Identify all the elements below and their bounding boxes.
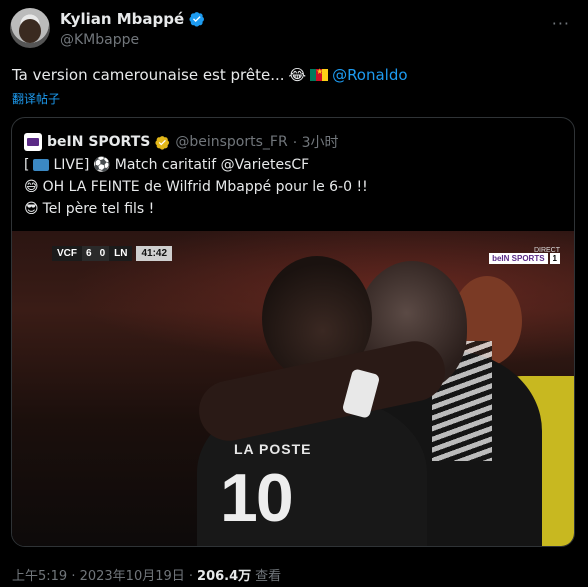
views-label: 查看	[255, 569, 282, 584]
channel-number: 1	[549, 253, 560, 264]
bein-avatar[interactable]	[24, 133, 42, 151]
view-count: 206.4万	[197, 569, 252, 584]
jersey-number: 10	[220, 460, 294, 536]
live-text: LIVE]	[53, 157, 90, 173]
quote-line-2-text: OH LA FEINTE de Wilfrid Mbappé pour le 6…	[42, 179, 368, 195]
tweet-meta: 上午5:19 · 2023年10月19日 · 206.4万 查看	[12, 565, 281, 584]
quote-line-3-text: Tel père tel fils !	[42, 201, 155, 217]
channel-logo: beIN SPORTS 1	[489, 253, 560, 264]
match-clock: 41:42	[136, 245, 173, 261]
author-row: Kylian Mbappé	[60, 10, 205, 28]
bracket-text: [	[24, 157, 30, 173]
quoted-tweet[interactable]: beIN SPORTS @beinsports_FR · 3小时 [ LIVE]…	[11, 117, 575, 547]
sunglasses-emoji-icon: 😎	[24, 201, 39, 217]
quote-header: beIN SPORTS @beinsports_FR · 3小时	[24, 132, 339, 152]
quote-line-3: 😎 Tel père tel fils !	[24, 201, 154, 217]
soccer-ball-icon: ⚽	[93, 157, 111, 173]
quote-line-2: 😅 OH LA FEINTE de Wilfrid Mbappé pour le…	[24, 179, 368, 195]
mention-link[interactable]: @Ronaldo	[332, 66, 408, 84]
post-timestamp[interactable]: 上午5:19 · 2023年10月19日 ·	[12, 565, 193, 584]
quote-time[interactable]: · 3小时	[293, 132, 339, 152]
tweet-text: Ta version camerounaise est prête... 😂 @…	[12, 66, 408, 84]
author-handle[interactable]: @KMbappe	[60, 32, 139, 48]
quote-display-name[interactable]: beIN SPORTS	[47, 134, 150, 150]
cameroon-flag-icon	[310, 67, 329, 81]
home-score: 6	[82, 245, 96, 261]
channel-name: beIN SPORTS	[489, 253, 548, 264]
grin-sweat-emoji-icon: 😅	[24, 179, 39, 195]
tweet-body: Ta version camerounaise est prête...	[12, 66, 285, 84]
scoreboard: VCF 6 0 LN 41:42	[52, 245, 173, 261]
display-name[interactable]: Kylian Mbappé	[60, 10, 184, 28]
video-player[interactable]: LA POSTE 10 VCF 6 0 LN 41:42 DIRECT beIN…	[12, 231, 574, 546]
tv-icon	[33, 159, 50, 171]
away-score: 0	[95, 245, 110, 261]
verified-badge-icon	[189, 12, 205, 27]
translate-link[interactable]: 翻译帖子	[12, 90, 60, 107]
more-options-icon[interactable]: ···	[552, 14, 570, 33]
quote-line-1: [ LIVE] ⚽ Match caritatif @VarietesCF	[24, 157, 309, 173]
home-team: VCF	[52, 245, 82, 261]
quote-line-1-text: Match caritatif @VarietesCF	[114, 157, 310, 173]
laughing-emoji-icon: 😂	[288, 66, 307, 84]
gold-verified-badge-icon	[155, 135, 170, 150]
away-team: LN	[109, 245, 133, 261]
quote-handle[interactable]: @beinsports_FR	[175, 134, 287, 150]
jersey-sponsor: LA POSTE	[234, 441, 312, 457]
avatar[interactable]	[10, 8, 50, 48]
